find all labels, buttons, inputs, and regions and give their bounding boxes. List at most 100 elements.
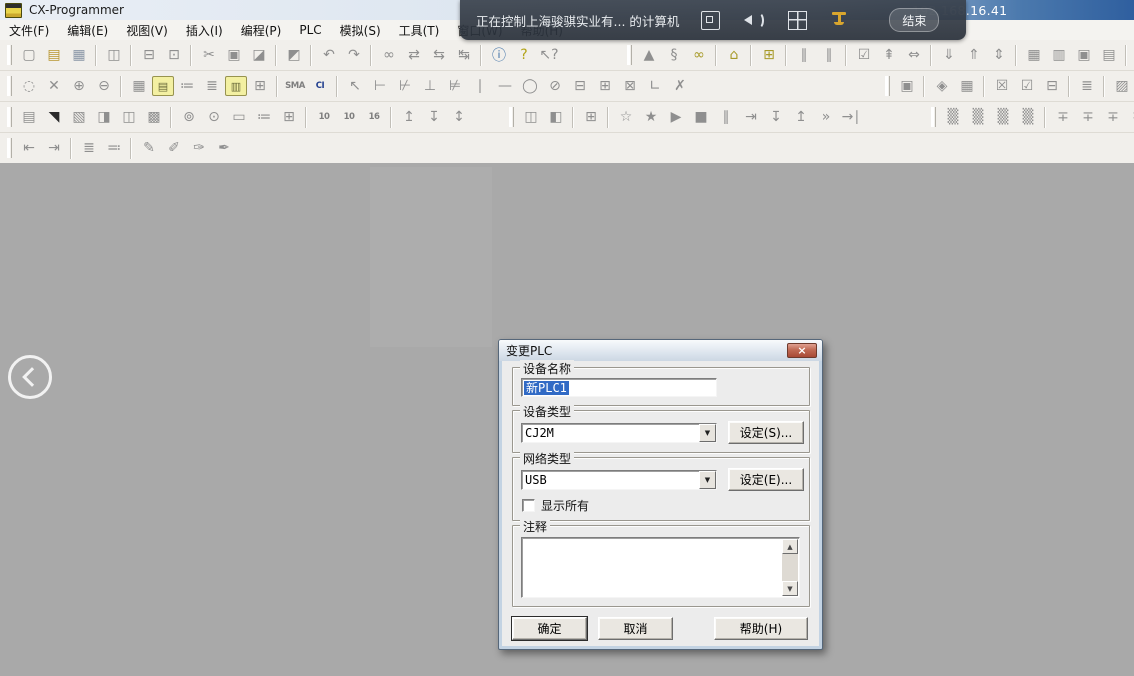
toolbar-signed-decimal-view-icon[interactable]: 10 (337, 105, 361, 129)
toolbar-run-to-end-icon[interactable]: →∣ (839, 105, 863, 129)
toolbar-grip[interactable] (7, 76, 12, 96)
menu-item-7[interactable]: 工具(T) (390, 20, 449, 41)
toolbar-open-project-icon[interactable]: ▤ (42, 43, 66, 67)
speaker-icon[interactable] (744, 12, 764, 29)
toolbar-program-mode-icon[interactable]: ▣ (1072, 43, 1096, 67)
toolbar-invoke-fb-icon[interactable]: ⊠ (618, 74, 642, 98)
toolbar-grip[interactable] (7, 45, 12, 65)
network-type-settings-button[interactable]: 设定(E)... (728, 468, 804, 491)
toolbar-ladder-view-icon[interactable]: ▤ (152, 76, 174, 96)
toolbar-send-changes-icon[interactable]: ◈ (930, 74, 954, 98)
network-type-combobox[interactable]: USB ▼ (521, 470, 717, 490)
toolbar-transfer-options-icon[interactable]: ⊞ (757, 43, 781, 67)
windows-icon[interactable] (788, 11, 807, 30)
toolbar-sim-pause-icon[interactable]: ∥ (714, 105, 738, 129)
toolbar-zoom-fit-icon[interactable]: ✕ (42, 74, 66, 98)
toolbar-undo-icon[interactable]: ↶ (317, 43, 341, 67)
toolbar-project-tree-icon[interactable]: ⊞ (248, 74, 272, 98)
toolbar-new-window-icon[interactable]: ⊞ (579, 105, 603, 129)
help-button[interactable]: 帮助(H) (714, 617, 808, 640)
pin-icon[interactable] (831, 11, 847, 29)
toolbar-zoom-out-icon[interactable]: ⊖ (92, 74, 116, 98)
toolbar-cascade-windows-icon[interactable]: ◫ (519, 105, 543, 129)
toolbar-contact-or-nc-icon[interactable]: ⊭ (443, 74, 467, 98)
toolbar-rung-numbers-icon[interactable]: ≔ (175, 74, 199, 98)
cancel-button[interactable]: 取消 (598, 617, 673, 640)
toolbar-program-check-icon[interactable]: ☑ (852, 43, 876, 67)
toolbar-reset-bit-icon[interactable]: ▒ (966, 105, 990, 129)
ok-button[interactable]: 确定 (512, 617, 587, 640)
toolbar-set-bit-icon[interactable]: ▒ (941, 105, 965, 129)
toolbar-grip[interactable] (7, 138, 12, 158)
menu-item-6[interactable]: 模拟(S) (331, 20, 390, 41)
toolbar-grip[interactable] (7, 107, 12, 127)
toolbar-force-set-icon[interactable]: ▒ (991, 105, 1015, 129)
toolbar-step-in-icon[interactable]: ↧ (764, 105, 788, 129)
menu-item-5[interactable]: PLC (290, 21, 330, 39)
toolbar-find-icon[interactable]: ∞ (377, 43, 401, 67)
device-name-input[interactable]: 新PLC1 (521, 378, 717, 397)
toolbar-swap-a-b-icon[interactable]: ↹ (452, 43, 476, 67)
toolbar-both-edges-icon[interactable]: ∓ (1101, 105, 1125, 129)
toolbar-grip[interactable] (509, 107, 514, 127)
toolbar-vertical-line-icon[interactable]: ∣ (468, 74, 492, 98)
toolbar-redo-icon[interactable]: ↷ (342, 43, 366, 67)
toolbar-cross-reference-icon[interactable]: ⊚ (177, 105, 201, 129)
toolbar-watch-window-icon[interactable]: ▨ (1110, 74, 1134, 98)
toolbar-run-mode-icon[interactable]: ▦ (1022, 43, 1046, 67)
fullscreen-icon[interactable] (701, 11, 720, 30)
device-type-combobox[interactable]: CJ2M ▼ (521, 423, 717, 443)
toolbar-replace-icon[interactable]: ⇆ (427, 43, 451, 67)
toolbar-compare-program-icon[interactable]: ⇔ (902, 43, 926, 67)
toolbar-change-all-icon[interactable]: ⇄ (402, 43, 426, 67)
toolbar-cut-icon[interactable]: ✂ (197, 43, 221, 67)
toolbar-force-reset-icon[interactable]: ▒ (1016, 105, 1040, 129)
toolbar-pause-monitor-icon[interactable]: ∥ (792, 43, 816, 67)
toolbar-properties-icon[interactable]: ▩ (142, 105, 166, 129)
toolbar-online-edit-rung-icon[interactable]: ▣ (895, 74, 919, 98)
toolbar-zoom-in-icon[interactable]: ⊕ (67, 74, 91, 98)
scroll-up-icon[interactable]: ▲ (782, 539, 798, 554)
toolbar-about-icon[interactable]: ⓘ (487, 43, 511, 67)
toolbar-zoom-tool-icon[interactable]: ◌ (17, 74, 41, 98)
toolbar-paste-program-icon[interactable]: ◩ (282, 43, 306, 67)
toolbar-comment-view-icon[interactable]: CI (308, 74, 332, 98)
toolbar-help-icon[interactable]: ? (512, 43, 536, 67)
menu-item-0[interactable]: 文件(F) (0, 20, 58, 41)
dialog-titlebar[interactable]: 变更PLC (499, 340, 822, 361)
toolbar-mnemonic-list-icon[interactable]: ≔ (252, 105, 276, 129)
toolbar-select-tool-icon[interactable]: ↖ (343, 74, 367, 98)
toolbar-go-to-top-icon[interactable]: ≣ (77, 136, 101, 160)
toolbar-address-apply-icon[interactable]: ☑ (1015, 74, 1039, 98)
toolbar-previous-reference-icon[interactable]: ↥ (397, 105, 421, 129)
toolbar-hex-view-icon[interactable]: 16 (362, 105, 386, 129)
toolbar-set-breakpoint-icon[interactable]: ☆ (614, 105, 638, 129)
toolbar-edit-force-off-icon[interactable]: ✐ (162, 136, 186, 160)
device-type-dropdown-button[interactable]: ▼ (699, 424, 716, 442)
toolbar-save-project-icon[interactable]: ▦ (67, 43, 91, 67)
comment-textarea[interactable]: ▲ ▼ (521, 537, 800, 598)
toolbar-paste-icon[interactable]: ◪ (247, 43, 271, 67)
toolbar-instruction-icon[interactable]: ⊟ (568, 74, 592, 98)
menu-item-1[interactable]: 编辑(E) (58, 20, 117, 41)
toolbar-pause-icon[interactable]: ∥ (817, 43, 841, 67)
toolbar-decimal-view-icon[interactable]: 10 (312, 105, 336, 129)
toolbar-block-comment-icon[interactable]: ▭ (227, 105, 251, 129)
menu-item-3[interactable]: 插入(I) (177, 20, 232, 41)
network-type-dropdown-button[interactable]: ▼ (699, 471, 716, 489)
toolbar-continuous-run-icon[interactable]: » (814, 105, 838, 129)
toolbar-release-edit-icon[interactable]: ▦ (955, 74, 979, 98)
toolbar-online-edit-icon[interactable]: ⌂ (722, 43, 746, 67)
toolbar-address-cancel-icon[interactable]: ☒ (990, 74, 1014, 98)
toolbar-local-comment-icon[interactable]: ⊙ (202, 105, 226, 129)
toolbar-monitor-icon[interactable]: ∞ (687, 43, 711, 67)
toolbar-rung-manager-icon[interactable]: ≣ (1075, 74, 1099, 98)
comment-scrollbar[interactable]: ▲ ▼ (782, 539, 798, 596)
toolbar-go-to-end-icon[interactable]: ≕ (102, 136, 126, 160)
toolbar-print-preview-icon[interactable]: ⊡ (162, 43, 186, 67)
toolbar-pulse-output-icon[interactable]: ∓ (1126, 105, 1134, 129)
device-type-settings-button[interactable]: 设定(S)... (728, 421, 804, 444)
toolbar-grip[interactable] (627, 45, 632, 65)
toolbar-monitor-mode-icon[interactable]: ▥ (1047, 43, 1071, 67)
toolbar-compare-with-plc-icon[interactable]: ⇕ (987, 43, 1011, 67)
